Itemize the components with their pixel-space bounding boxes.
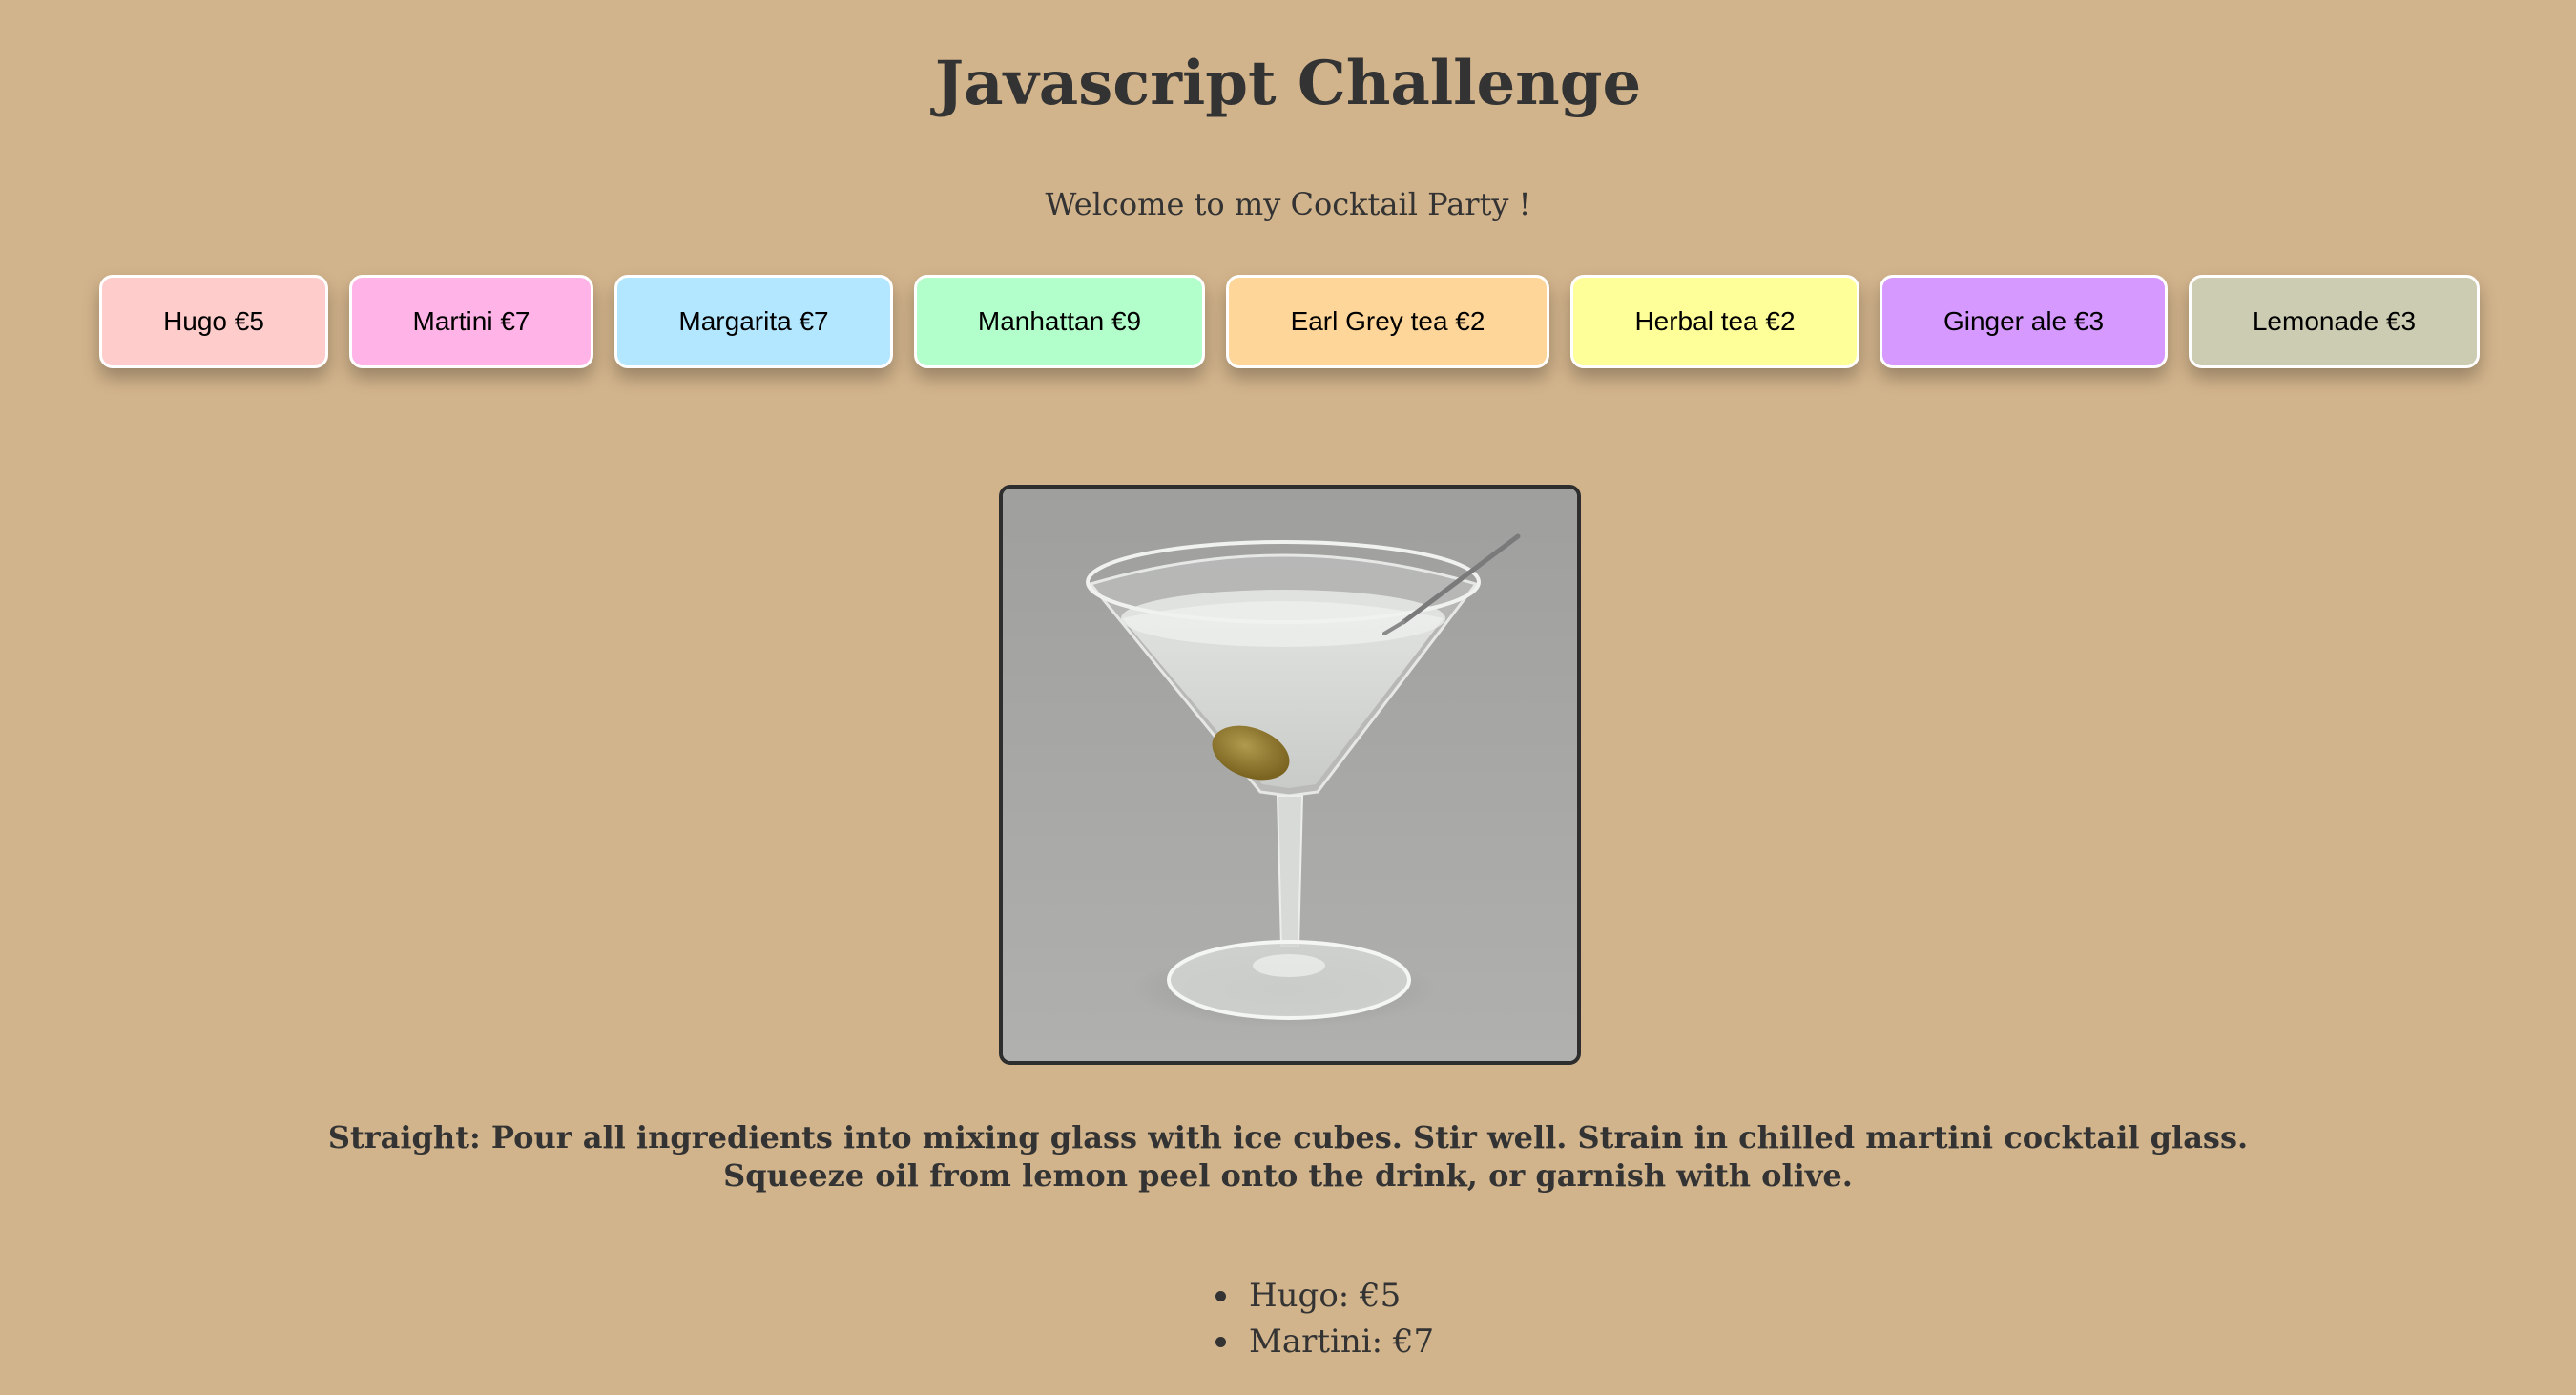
order-item-label: Hugo: €5 bbox=[1249, 1277, 1402, 1315]
recipe-line-2: Squeeze oil from lemon peel onto the dri… bbox=[723, 1157, 1853, 1194]
drink-button-martini[interactable]: Martini €7 bbox=[349, 275, 593, 368]
page-subtitle: Welcome to my Cocktail Party ! bbox=[1045, 186, 1531, 222]
order-list: Hugo: €5 Martini: €7 bbox=[1212, 1273, 1434, 1364]
list-item: Hugo: €5 bbox=[1212, 1273, 1434, 1319]
list-item: Martini: €7 bbox=[1212, 1319, 1434, 1364]
page-title: Javascript Challenge bbox=[934, 48, 1642, 119]
drink-button-hugo[interactable]: Hugo €5 bbox=[99, 275, 328, 368]
bullet-icon bbox=[1215, 1337, 1226, 1347]
martini-glass-icon bbox=[1003, 489, 1577, 1061]
drink-button-herbal-tea[interactable]: Herbal tea €2 bbox=[1570, 275, 1859, 368]
drink-button-ginger-ale[interactable]: Ginger ale €3 bbox=[1880, 275, 2168, 368]
recipe-line-1: Straight: Pour all ingredients into mixi… bbox=[327, 1119, 2249, 1156]
drink-button-lemonade[interactable]: Lemonade €3 bbox=[2189, 275, 2480, 368]
cocktail-image bbox=[999, 485, 1581, 1065]
drink-button-margarita[interactable]: Margarita €7 bbox=[614, 275, 893, 368]
drink-button-manhattan[interactable]: Manhattan €9 bbox=[914, 275, 1205, 368]
drink-buttons: Hugo €5 Martini €7 Margarita €7 Manhatta… bbox=[0, 275, 2576, 370]
order-item-label: Martini: €7 bbox=[1249, 1322, 1435, 1361]
drink-button-earl-grey-tea[interactable]: Earl Grey tea €2 bbox=[1226, 275, 1549, 368]
bullet-icon bbox=[1215, 1291, 1226, 1301]
recipe-instructions: Straight: Pour all ingredients into mixi… bbox=[0, 1118, 2576, 1195]
